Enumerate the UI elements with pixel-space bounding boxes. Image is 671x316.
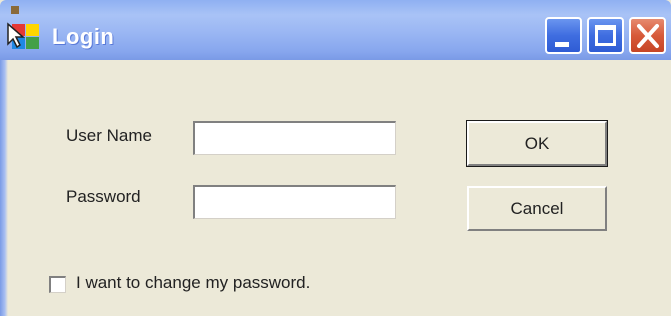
title-bar[interactable]: Login — [0, 0, 671, 60]
close-icon — [637, 24, 659, 48]
window-left-border — [0, 60, 8, 316]
login-window: Login User Name Password OK Cancel I wan… — [0, 0, 671, 316]
password-input[interactable] — [193, 185, 396, 219]
close-button[interactable] — [629, 17, 666, 54]
maximize-button[interactable] — [587, 17, 624, 54]
maximize-icon — [595, 25, 616, 46]
mouse-cursor-icon — [7, 6, 26, 48]
window-title: Login — [52, 24, 115, 49]
password-label: Password — [66, 187, 141, 206]
ok-button[interactable]: OK — [466, 120, 608, 167]
minimize-button[interactable] — [545, 17, 582, 54]
cancel-button[interactable]: Cancel — [467, 186, 607, 231]
change-password-checkbox[interactable] — [49, 276, 66, 293]
username-label: User Name — [66, 126, 152, 145]
username-input[interactable] — [193, 121, 396, 155]
minimize-icon — [555, 42, 569, 47]
change-password-label[interactable]: I want to change my password. — [76, 273, 310, 293]
